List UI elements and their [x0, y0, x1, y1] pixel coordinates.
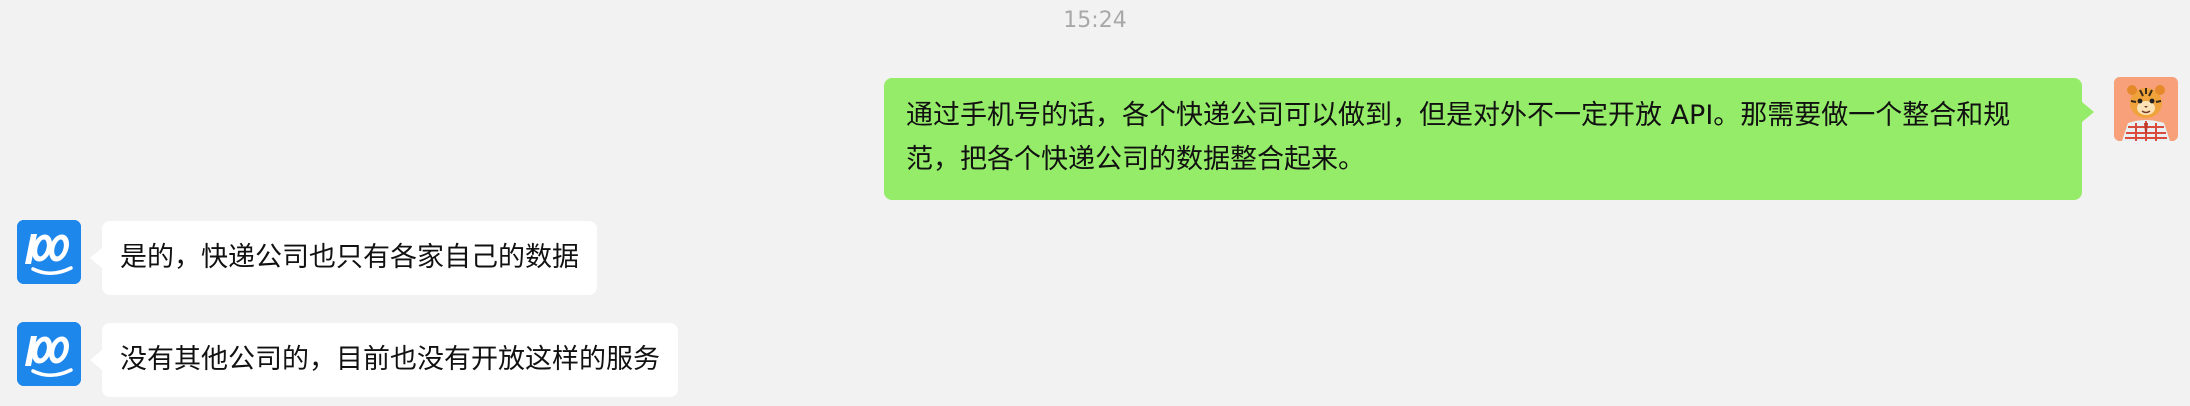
- chat-window: 15:24 通过手机号的话，各个快递公司可以做到，但是对外不一定开放 API。那…: [0, 0, 2190, 406]
- outgoing-message: 通过手机号的话，各个快递公司可以做到，但是对外不一定开放 API。那需要做一个整…: [884, 78, 2094, 200]
- kuaidi100-logo-icon[interactable]: [17, 322, 81, 386]
- incoming-message-bubble[interactable]: 没有其他公司的，目前也没有开放这样的服务: [90, 323, 678, 397]
- message-timestamp: 15:24: [1063, 8, 1127, 33]
- kuaidi100-logo-icon[interactable]: [17, 220, 81, 284]
- incoming-message-bubble[interactable]: 是的，快递公司也只有各家自己的数据: [90, 221, 597, 295]
- tiger-avatar-icon[interactable]: [2114, 77, 2178, 141]
- outgoing-message-bubble[interactable]: 通过手机号的话，各个快递公司可以做到，但是对外不一定开放 API。那需要做一个整…: [884, 78, 2094, 200]
